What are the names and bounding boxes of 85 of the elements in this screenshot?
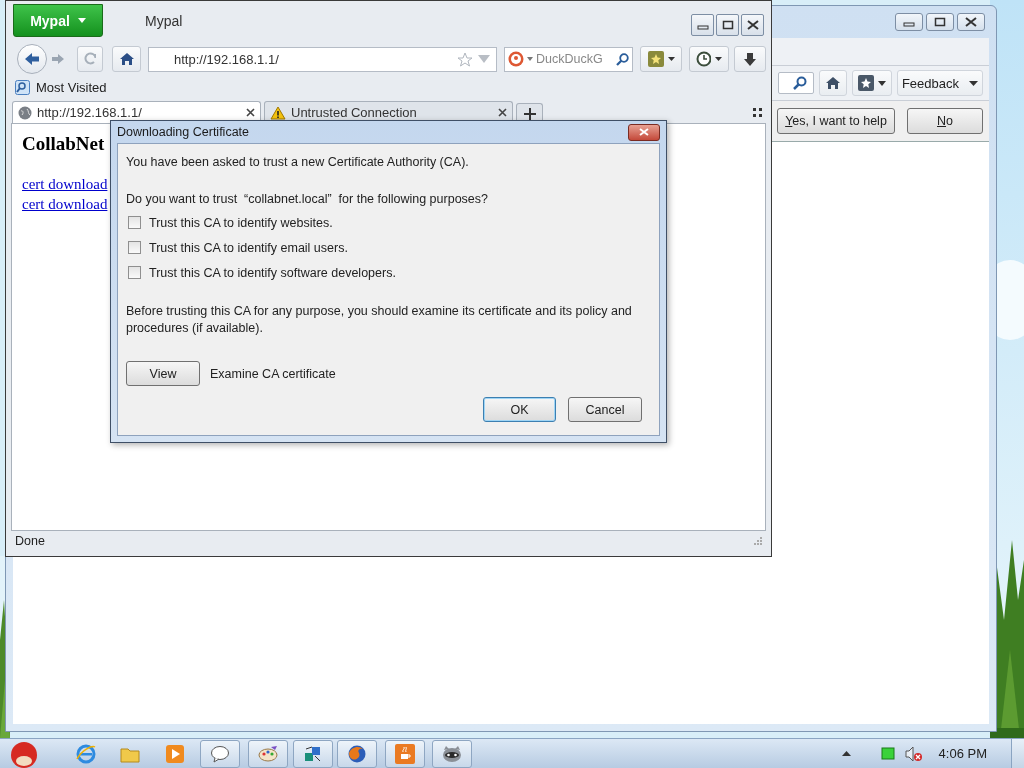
plus-icon	[523, 107, 536, 120]
search-field[interactable]: DuckDuckG	[504, 46, 633, 72]
close-button[interactable]	[628, 123, 660, 141]
bookmark-folder-icon	[15, 79, 30, 95]
status-text: Done	[15, 534, 45, 548]
raccoon-icon	[441, 744, 463, 763]
dialog-title: Downloading Certificate	[117, 125, 249, 139]
caret-icon	[715, 57, 722, 61]
speech-bubble-icon	[210, 744, 230, 763]
home-button[interactable]	[112, 46, 141, 72]
coffee-cup-icon	[395, 743, 415, 764]
bookmark-item[interactable]: Most Visited	[36, 79, 107, 95]
home-icon	[119, 52, 134, 66]
network-cubes-icon	[303, 743, 323, 764]
close-icon	[965, 17, 977, 27]
address-field[interactable]: http://192.168.1.1/	[148, 46, 497, 72]
caret-icon	[77, 18, 86, 23]
muted-speaker-icon[interactable]	[904, 745, 923, 762]
globe-icon	[18, 105, 32, 120]
close-icon	[746, 20, 759, 30]
duck-logo-icon	[508, 51, 524, 67]
up-arrow-icon[interactable]	[841, 751, 851, 756]
window-title: Mypal	[145, 13, 183, 29]
paint-palette-icon	[257, 744, 279, 763]
maximize-button[interactable]	[716, 14, 739, 36]
caret-icon	[667, 57, 675, 61]
close-icon[interactable]	[246, 108, 255, 117]
note-text: Before trusting this CA for any purpose, you should examine its certificate and its policy and procedures (if available).	[126, 303, 633, 337]
decline-button[interactable]: No	[907, 108, 983, 134]
bookmark-star-icon	[857, 75, 874, 91]
cancel-button[interactable]: Cancel	[568, 397, 642, 422]
bookmark-star-icon	[647, 51, 664, 67]
close-button[interactable]	[957, 13, 985, 31]
bookmarks-button[interactable]	[640, 46, 682, 72]
browser-tab[interactable]: Untrusted Connection	[264, 101, 513, 123]
search-field[interactable]	[777, 72, 814, 94]
checkbox-label: Trust this CA to identify software developers.	[149, 265, 396, 280]
clock[interactable]: 4:06 PM	[938, 746, 987, 761]
fox-globe-icon	[347, 743, 367, 764]
reload-icon	[84, 52, 96, 66]
checkbox[interactable]	[128, 266, 141, 279]
question-text: Do you want to trust “collabnet.local” for the following purposes?	[126, 192, 489, 206]
download-arrow-icon	[743, 51, 757, 67]
search-icon	[792, 76, 807, 90]
maximize-icon	[721, 20, 734, 30]
dropdown-arrow-icon	[478, 55, 490, 63]
checkbox-label: Trust this CA to identify email users.	[149, 240, 348, 255]
download-button[interactable]	[734, 46, 766, 72]
resize-grip-icon[interactable]	[754, 537, 762, 545]
checkbox[interactable]	[128, 241, 141, 254]
feedback-button[interactable]: Feedback	[896, 70, 983, 96]
ok-button[interactable]: OK	[483, 397, 556, 422]
checkbox[interactable]	[128, 216, 141, 229]
star-icon	[457, 51, 473, 67]
close-icon[interactable]	[498, 108, 507, 117]
new-tab-button[interactable]	[516, 103, 543, 123]
tab-list-icon[interactable]	[753, 108, 762, 117]
warning-icon	[270, 105, 286, 120]
intro-text: You have been asked to trust a new Certificate Authority (CA).	[126, 155, 470, 169]
bookmarks-button[interactable]	[851, 70, 892, 96]
forward-arrow-icon	[51, 53, 65, 65]
maximize-icon	[934, 17, 946, 27]
download-link[interactable]: cert download	[22, 194, 108, 214]
accept-button[interactable]: Yes, I want to help	[777, 108, 895, 134]
browser-e-icon[interactable]	[76, 743, 96, 764]
clock-icon	[696, 51, 712, 67]
close-icon	[639, 128, 649, 136]
download-link[interactable]: cert download	[22, 174, 108, 194]
checkbox-label: Trust this CA to identify websites.	[149, 215, 333, 230]
view-button[interactable]: View	[126, 361, 200, 386]
back-button[interactable]	[17, 44, 47, 74]
history-button[interactable]	[689, 46, 729, 72]
taskbar-button[interactable]	[337, 739, 377, 768]
caret-icon	[877, 80, 886, 86]
view-label: Examine CA certificate	[210, 366, 336, 381]
back-arrow-icon	[24, 52, 40, 66]
taskbar-button[interactable]	[432, 739, 472, 768]
maximize-button[interactable]	[926, 13, 954, 31]
browser-tab[interactable]: http://192.168.1.1/	[12, 101, 261, 123]
home-button[interactable]	[818, 70, 847, 96]
caret-icon	[969, 80, 978, 86]
home-icon	[824, 76, 841, 90]
caret-icon	[527, 57, 533, 61]
search-icon	[616, 52, 629, 66]
close-button[interactable]	[741, 14, 764, 36]
